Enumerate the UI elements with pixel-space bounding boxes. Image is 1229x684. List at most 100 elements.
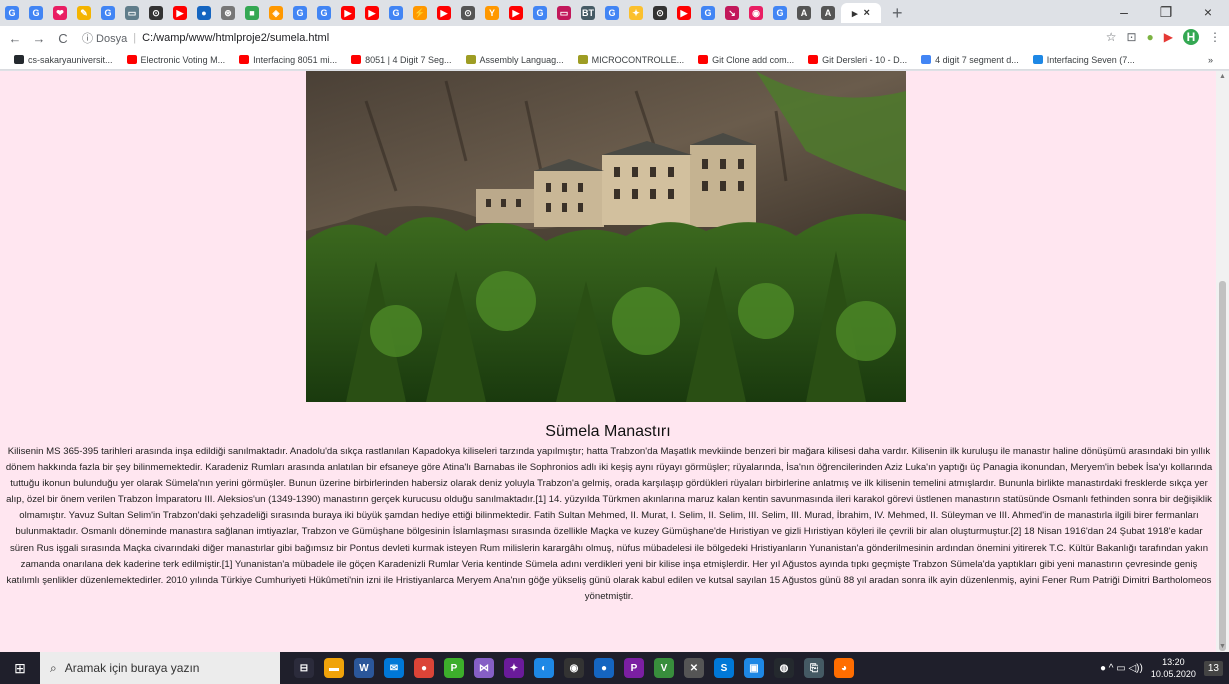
browser-tab[interactable]: ▶ <box>361 3 383 23</box>
taskbar-app-icon[interactable]: W <box>354 658 374 678</box>
browser-tab[interactable]: ▶ <box>169 3 191 23</box>
extension-icon[interactable]: ▶ <box>1164 30 1173 44</box>
browser-tab[interactable]: G <box>697 3 719 23</box>
taskbar-app-icon[interactable]: ◍ <box>774 658 794 678</box>
browser-tab[interactable]: ⊙ <box>649 3 671 23</box>
taskbar-app-icon[interactable]: ◉ <box>564 658 584 678</box>
taskbar-app-icon[interactable]: ◐ <box>534 658 554 678</box>
minimize-button[interactable]: – <box>1103 0 1145 26</box>
bookmark-item[interactable]: MICROCONTROLLE... <box>577 55 684 65</box>
bookmark-item[interactable]: Git Clone add com... <box>698 55 794 65</box>
taskbar-app-icon[interactable]: ✦ <box>504 658 524 678</box>
extension-icon[interactable]: ⊡ <box>1126 30 1136 44</box>
bookmark-item[interactable]: cs-sakaryauniversit... <box>14 55 113 65</box>
browser-tab[interactable]: ✎ <box>73 3 95 23</box>
taskbar-app-icon[interactable]: ● <box>414 658 434 678</box>
browser-tab[interactable]: ▶ <box>433 3 455 23</box>
browser-tab[interactable]: G <box>1 3 23 23</box>
bookmarks-overflow-icon[interactable]: » <box>1208 55 1213 65</box>
taskbar-app-icon[interactable]: S <box>714 658 734 678</box>
tab-favicon-icon: ⊙ <box>461 6 475 20</box>
taskbar-app-icon[interactable]: ● <box>594 658 614 678</box>
bookmark-item[interactable]: Electronic Voting M... <box>126 55 225 65</box>
taskbar-app-icon[interactable]: P <box>444 658 464 678</box>
taskbar-app-icon[interactable]: ✕ <box>684 658 704 678</box>
browser-tab[interactable]: ▶ <box>505 3 527 23</box>
browser-tab[interactable]: A <box>793 3 815 23</box>
scroll-down-icon[interactable]: ▼ <box>1219 643 1226 650</box>
browser-tab[interactable]: ▶ <box>673 3 695 23</box>
browser-tab[interactable]: ↘ <box>721 3 743 23</box>
site-info-label[interactable]: ⓘ Dosya <box>82 30 127 46</box>
taskbar-search[interactable]: ⌕ Aramak için buraya yazın <box>40 652 280 684</box>
browser-tab[interactable]: ■ <box>241 3 263 23</box>
bookmark-item[interactable]: Assembly Languag... <box>465 55 564 65</box>
bookmark-label: Git Clone add com... <box>712 54 795 65</box>
taskbar-app-icon[interactable]: ▣ <box>744 658 764 678</box>
profile-avatar[interactable]: H <box>1183 29 1199 45</box>
taskbar-app-icon[interactable]: ⋈ <box>474 658 494 678</box>
reload-button[interactable]: C <box>54 31 72 46</box>
browser-tab[interactable]: G <box>97 3 119 23</box>
browser-tab[interactable]: ⊛ <box>217 3 239 23</box>
browser-tab[interactable]: ◈ <box>265 3 287 23</box>
browser-tab[interactable]: A <box>817 3 839 23</box>
browser-tab[interactable]: ● <box>193 3 215 23</box>
scroll-up-icon[interactable]: ▲ <box>1219 73 1226 80</box>
clock[interactable]: 13:20 10.05.2020 <box>1151 656 1196 680</box>
menu-icon[interactable]: ⋮ <box>1209 30 1221 44</box>
bookmark-item[interactable]: Interfacing 8051 mi... <box>239 55 337 65</box>
browser-tab[interactable]: ◉ <box>745 3 767 23</box>
bookmark-item[interactable]: 4 digit 7 segment d... <box>921 55 1019 65</box>
bookmark-star-icon[interactable]: ☆ <box>1106 30 1117 44</box>
address-bar[interactable]: ⓘ Dosya | C:/wamp/www/htmlproje2/sumela.… <box>82 30 329 46</box>
taskbar-app-icon[interactable]: ✉ <box>384 658 404 678</box>
tab-favicon-icon: A <box>797 6 811 20</box>
bookmark-item[interactable]: 8051 | 4 Digit 7 Seg... <box>351 55 452 65</box>
browser-tab[interactable]: ⚡ <box>409 3 431 23</box>
browser-tab[interactable]: ⊙ <box>457 3 479 23</box>
url-text[interactable]: C:/wamp/www/htmlproje2/sumela.html <box>142 32 329 44</box>
page-scrollbar[interactable]: ▲ ▼ <box>1216 71 1229 652</box>
browser-tab[interactable]: G <box>769 3 791 23</box>
extension-icon[interactable]: ● <box>1147 30 1154 44</box>
tab-favicon-icon: ⊛ <box>221 6 235 20</box>
browser-tab[interactable]: Y <box>481 3 503 23</box>
forward-button[interactable]: → <box>30 31 48 46</box>
browser-tab[interactable]: BT <box>577 3 599 23</box>
bookmark-item[interactable]: Git Dersleri - 10 - D... <box>808 55 907 65</box>
maximize-button[interactable]: ❐ <box>1145 0 1187 26</box>
notifications-icon[interactable]: 13 <box>1203 660 1223 676</box>
taskbar-app-icon[interactable]: ⎘ <box>804 658 824 678</box>
browser-tab[interactable]: G <box>25 3 47 23</box>
close-window-button[interactable]: × <box>1187 0 1229 26</box>
bookmark-label: Interfacing 8051 mi... <box>253 54 338 65</box>
taskbar-app-icon[interactable]: ▬ <box>324 658 344 678</box>
start-button[interactable]: ⊞ <box>0 660 40 677</box>
browser-tab[interactable]: G <box>385 3 407 23</box>
back-button[interactable]: ← <box>6 31 24 46</box>
browser-tab[interactable]: ▭ <box>121 3 143 23</box>
browser-tab[interactable]: G <box>313 3 335 23</box>
taskbar-app-icon[interactable]: V <box>654 658 674 678</box>
browser-tab[interactable]: ▶ <box>337 3 359 23</box>
browser-tab[interactable]: ❤ <box>49 3 71 23</box>
new-tab-button[interactable]: + <box>892 3 903 24</box>
tab-favicon-icon: G <box>293 6 307 20</box>
browser-tab[interactable]: G <box>289 3 311 23</box>
browser-tab[interactable]: ✦ <box>625 3 647 23</box>
browser-tab[interactable]: ⊙ <box>145 3 167 23</box>
tab-favicon-icon: ▭ <box>557 6 571 20</box>
taskbar-app-icon[interactable]: ◕ <box>834 658 854 678</box>
search-placeholder[interactable]: Aramak için buraya yazın <box>65 661 200 675</box>
browser-tab[interactable]: G <box>529 3 551 23</box>
active-tab[interactable]: ▸ × <box>841 3 881 23</box>
bookmark-item[interactable]: Interfacing Seven (7... <box>1032 55 1135 65</box>
scrollbar-thumb[interactable] <box>1219 281 1226 651</box>
tab-close-icon[interactable]: × <box>864 7 870 19</box>
tray-icons[interactable]: ● ^ ▭ ◁)) <box>1100 663 1143 674</box>
taskbar-app-icon[interactable]: ⊟ <box>294 658 314 678</box>
browser-tab[interactable]: ▭ <box>553 3 575 23</box>
taskbar-app-icon[interactable]: P <box>624 658 644 678</box>
browser-tab[interactable]: G <box>601 3 623 23</box>
